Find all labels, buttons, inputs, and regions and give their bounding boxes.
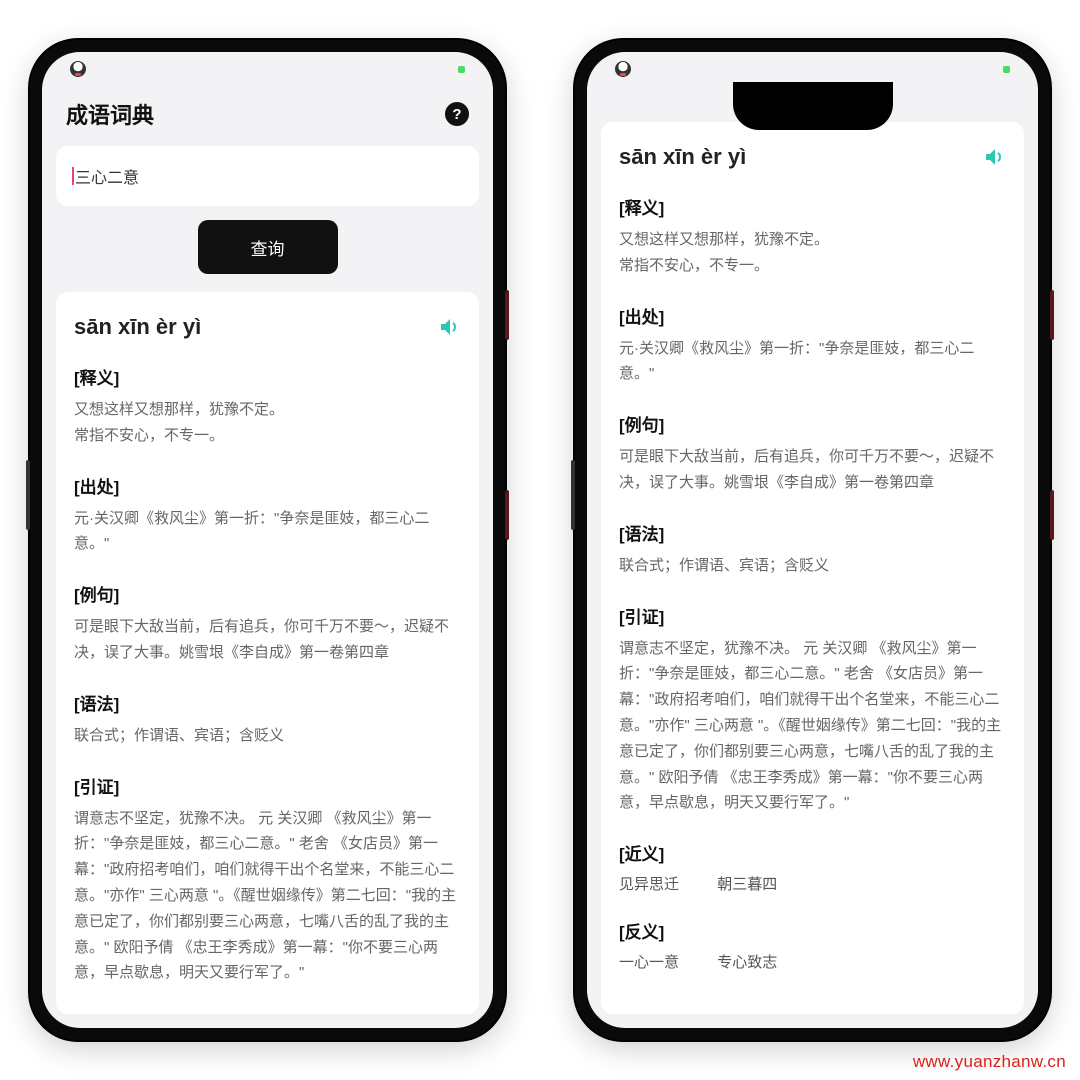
- section-title: [引证]: [619, 603, 1006, 628]
- synonym-item[interactable]: 朝三暮四: [717, 876, 777, 893]
- section-source: [出处] 元·关汉卿《救风尘》第一折："争奈是匪妓，都三心二意。": [74, 473, 461, 558]
- result-card: sān xīn èr yì [释义] 又想这样又想那样，犹豫不定。 常指不安心，…: [56, 292, 479, 1014]
- section-citation: [引证] 谓意志不坚定，犹豫不决。 元 关汉卿 《救风尘》第一折："争奈是匪妓，…: [619, 603, 1006, 817]
- section-title: [近义]: [619, 840, 1006, 865]
- section-body: 谓意志不坚定，犹豫不决。 元 关汉卿 《救风尘》第一折："争奈是匪妓，都三心二意…: [74, 806, 461, 987]
- help-icon[interactable]: ?: [445, 102, 469, 126]
- search-input-wrap[interactable]: 三心二意: [72, 164, 463, 188]
- section-grammar: [语法] 联合式；作谓语、宾语；含贬义: [619, 520, 1006, 579]
- pinyin-text: sān xīn èr yì: [74, 314, 201, 340]
- synonym-item[interactable]: 见异思迁: [619, 876, 679, 893]
- section-synonyms: [近义] 见异思迁 朝三暮四: [74, 1010, 461, 1014]
- side-button: [571, 460, 575, 530]
- section-title: [出处]: [619, 303, 1006, 328]
- section-body: 联合式；作谓语、宾语；含贬义: [74, 723, 461, 749]
- synonym-list: 见异思迁 朝三暮四: [619, 873, 1006, 894]
- status-bar: [587, 52, 1038, 86]
- result-card: sān xīn èr yì [释义] 又想这样又想那样，犹豫不定。 常指不安心，…: [601, 122, 1024, 1014]
- notch: [733, 82, 893, 130]
- section-body: 谓意志不坚定，犹豫不决。 元 关汉卿 《救风尘》第一折："争奈是匪妓，都三心二意…: [619, 636, 1006, 817]
- speaker-icon[interactable]: [982, 145, 1006, 169]
- query-button[interactable]: 查询: [198, 220, 338, 274]
- section-body: 可是眼下大敌当前，后有追兵，你可千万不要～，迟疑不决，误了大事。姚雪垠《李自成》…: [74, 614, 461, 666]
- qq-icon: [615, 61, 631, 77]
- antonym-item[interactable]: 一心一意: [619, 954, 679, 971]
- section-title: [例句]: [619, 411, 1006, 436]
- section-body: 元·关汉卿《救风尘》第一折："争奈是匪妓，都三心二意。": [74, 506, 461, 558]
- side-button: [26, 460, 30, 530]
- section-body: 又想这样又想那样，犹豫不定。 常指不安心，不专一。: [619, 227, 1006, 279]
- section-example: [例句] 可是眼下大敌当前，后有追兵，你可千万不要～，迟疑不决，误了大事。姚雪垠…: [74, 581, 461, 666]
- section-title: [释义]: [74, 364, 461, 389]
- status-bar: [42, 52, 493, 86]
- pinyin-text: sān xīn èr yì: [619, 144, 746, 170]
- section-title: [出处]: [74, 473, 461, 498]
- status-indicator-icon: [1003, 66, 1010, 73]
- phone-frame-left: 成语词典 ? 三心二意 查询 sān xīn èr yì: [30, 40, 505, 1040]
- section-definition: [释义] 又想这样又想那样，犹豫不定。 常指不安心，不专一。: [619, 194, 1006, 279]
- screen-right: sān xīn èr yì [释义] 又想这样又想那样，犹豫不定。 常指不安心，…: [587, 52, 1038, 1028]
- phone-frame-right: sān xīn èr yì [释义] 又想这样又想那样，犹豫不定。 常指不安心，…: [575, 40, 1050, 1040]
- antonym-item[interactable]: 专心致志: [717, 954, 777, 971]
- section-title: [语法]: [619, 520, 1006, 545]
- section-grammar: [语法] 联合式；作谓语、宾语；含贬义: [74, 690, 461, 749]
- title-bar: 成语词典 ?: [56, 86, 479, 146]
- search-card: 三心二意: [56, 146, 479, 206]
- section-title: [释义]: [619, 194, 1006, 219]
- section-synonyms: [近义] 见异思迁 朝三暮四: [619, 840, 1006, 894]
- section-title: [例句]: [74, 581, 461, 606]
- section-title: [引证]: [74, 773, 461, 798]
- section-body: 元·关汉卿《救风尘》第一折："争奈是匪妓，都三心二意。": [619, 336, 1006, 388]
- section-source: [出处] 元·关汉卿《救风尘》第一折："争奈是匪妓，都三心二意。": [619, 303, 1006, 388]
- qq-icon: [70, 61, 86, 77]
- search-input[interactable]: 三心二意: [75, 164, 463, 188]
- watermark-text: www.yuanzhanw.cn: [913, 1052, 1066, 1072]
- section-example: [例句] 可是眼下大敌当前，后有追兵，你可千万不要～，迟疑不决，误了大事。姚雪垠…: [619, 411, 1006, 496]
- section-body: 可是眼下大敌当前，后有追兵，你可千万不要～，迟疑不决，误了大事。姚雪垠《李自成》…: [619, 444, 1006, 496]
- section-title: [近义]: [74, 1010, 461, 1014]
- section-title: [反义]: [619, 918, 1006, 943]
- section-antonyms: [反义] 一心一意 专心致志: [619, 918, 1006, 972]
- antonym-list: 一心一意 专心致志: [619, 951, 1006, 972]
- screen-left: 成语词典 ? 三心二意 查询 sān xīn èr yì: [42, 52, 493, 1028]
- section-body: 联合式；作谓语、宾语；含贬义: [619, 553, 1006, 579]
- speaker-icon[interactable]: [437, 315, 461, 339]
- section-definition: [释义] 又想这样又想那样，犹豫不定。 常指不安心，不专一。: [74, 364, 461, 449]
- text-caret-icon: [72, 167, 74, 185]
- status-indicator-icon: [458, 66, 465, 73]
- section-title: [语法]: [74, 690, 461, 715]
- app-title: 成语词典: [66, 98, 154, 130]
- section-citation: [引证] 谓意志不坚定，犹豫不决。 元 关汉卿 《救风尘》第一折："争奈是匪妓，…: [74, 773, 461, 987]
- section-body: 又想这样又想那样，犹豫不定。 常指不安心，不专一。: [74, 397, 461, 449]
